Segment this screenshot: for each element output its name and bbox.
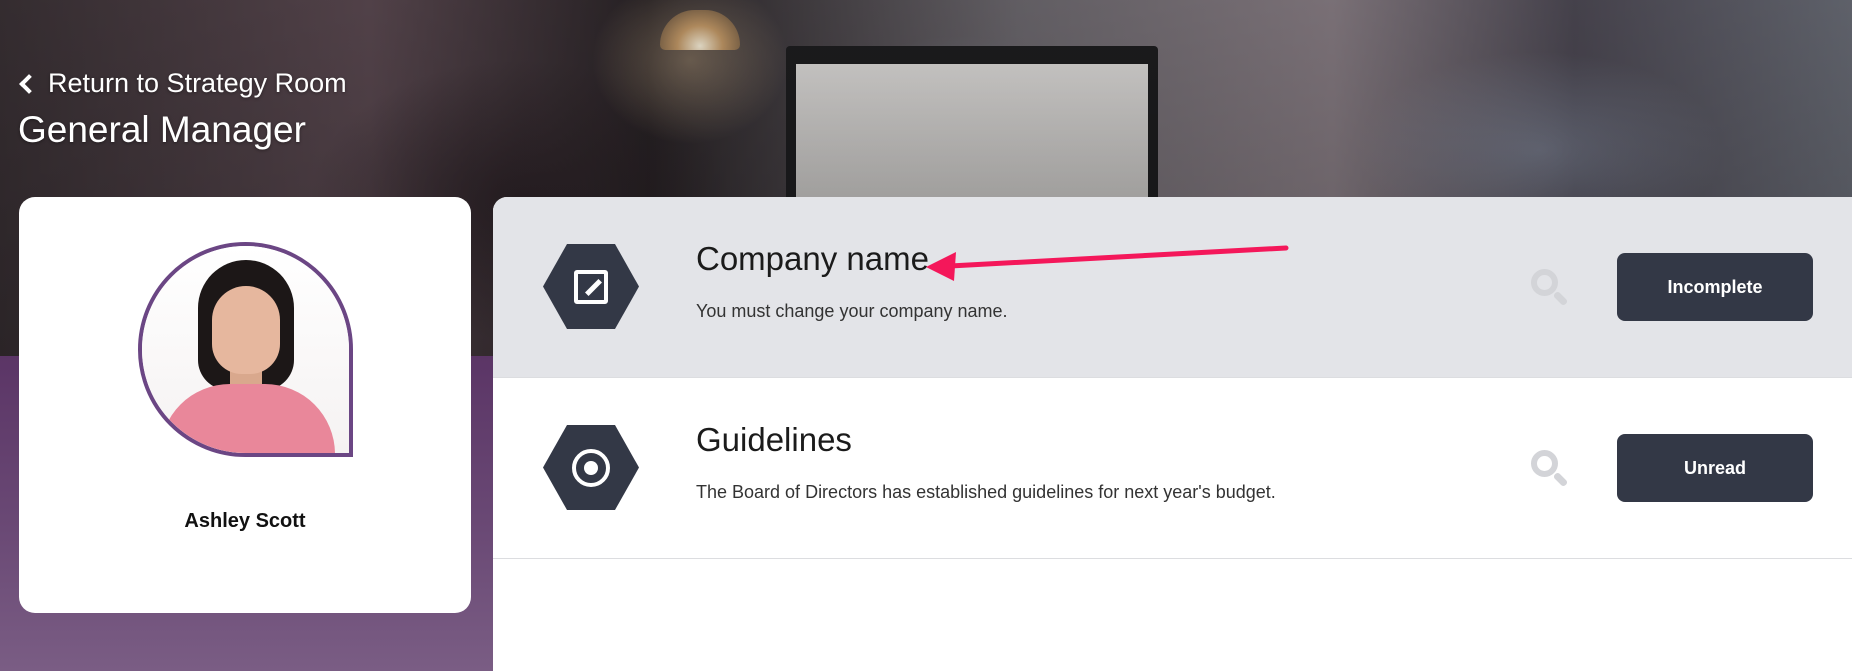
back-link-label: Return to Strategy Room — [48, 68, 347, 98]
profile-name: Ashley Scott — [184, 510, 306, 532]
profile-card: Ashley Scott — [19, 197, 471, 613]
task-title: Company name — [696, 240, 929, 277]
task-list-panel: Company name You must change your compan… — [493, 197, 1852, 671]
target-icon — [572, 448, 610, 487]
return-to-strategy-room-link[interactable]: Return to Strategy Room — [18, 68, 347, 99]
task-row-guidelines[interactable]: Guidelines The Board of Directors has es… — [493, 378, 1852, 559]
search-icon[interactable] — [1531, 269, 1569, 307]
top-navigation: Return to Strategy Room General Manager — [18, 68, 347, 151]
page-title: General Manager — [18, 109, 306, 150]
task-row-company-name[interactable]: Company name You must change your compan… — [493, 197, 1852, 378]
monitor-decoration — [786, 46, 1158, 206]
incomplete-status-button[interactable]: Incomplete — [1617, 253, 1813, 321]
task-description: The Board of Directors has established g… — [696, 482, 1276, 502]
task-icon-badge — [543, 425, 639, 510]
task-icon-badge — [543, 244, 639, 329]
search-icon[interactable] — [1531, 450, 1569, 488]
task-description: You must change your company name. — [696, 301, 1008, 321]
chevron-left-icon — [19, 73, 39, 94]
edit-icon — [574, 269, 608, 304]
unread-status-button[interactable]: Unread — [1617, 434, 1813, 502]
avatar — [138, 242, 353, 457]
task-title: Guidelines — [696, 421, 852, 458]
lamp-decoration — [660, 10, 740, 50]
